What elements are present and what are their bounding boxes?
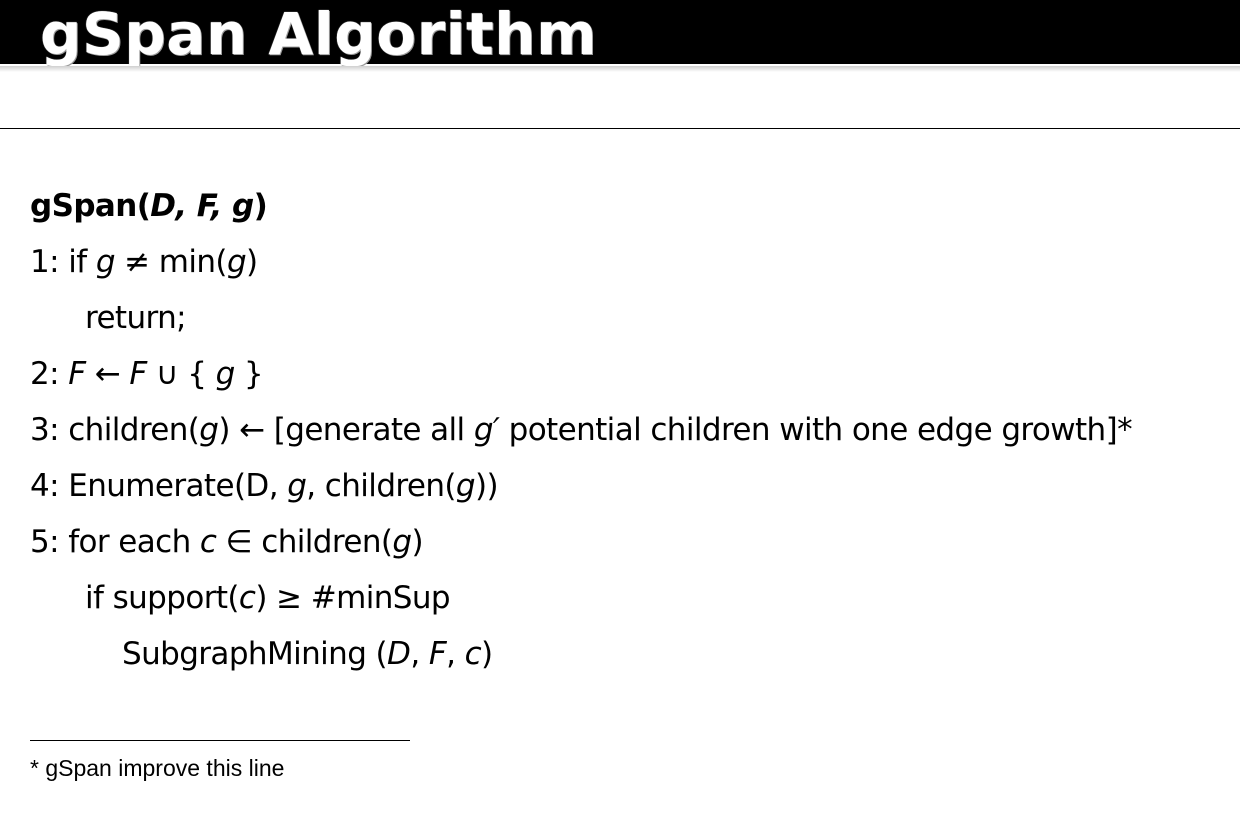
algorithm-line-1-return: return; [85,296,187,340]
line-text: ) [246,244,258,280]
line-var: F [428,636,447,672]
line-var: g′ [473,412,500,448]
signature-name: gSpan( [30,188,151,224]
line-text: } [234,356,264,392]
line-text: ∪ { [146,356,216,392]
algorithm-line-5-call: SubgraphMining (D, F, c) [122,632,493,676]
line-text: ) ≥ #minSup [255,580,450,616]
line-var: c [238,580,256,616]
line-text: potential children with one edge growth]… [499,412,1133,448]
footnote-divider [30,740,410,741]
line-text: )) [474,468,499,504]
line-text: ) ← [generate all [218,412,474,448]
line-text: ) [411,524,423,560]
line-text: , [446,636,465,672]
header-divider [0,128,1240,129]
line-var: g [455,468,476,504]
line-text: ≠ min( [114,244,227,280]
line-text: SubgraphMining ( [122,636,388,672]
line-var: g [95,244,116,280]
line-var: g [215,356,236,392]
algorithm-line-2: 2: F ← F ∪ { g } [30,352,264,396]
line-text: if support( [85,580,240,616]
line-var: D [387,636,411,672]
algorithm-line-4: 4: Enumerate(D, g, children(g)) [30,464,499,508]
line-var: g [287,468,307,504]
line-var: c [464,636,482,672]
footnote: * gSpan improve this line [30,755,285,781]
line-text: ) [481,636,493,672]
title-shadow [0,66,1240,72]
line-text: 4: Enumerate(D, [30,468,288,504]
line-text: return; [85,300,187,336]
line-text: ← [85,356,130,392]
line-var: F [68,356,86,392]
slide-title: gSpan Algorithm [40,0,597,68]
line-text: , children( [306,468,456,504]
signature-params: D, F, g [150,188,254,224]
algorithm-line-1: 1: if g ≠ min(g) [30,240,258,284]
line-text: 1: if [30,244,96,280]
line-var: g [226,244,247,280]
algorithm-signature: gSpan(D, F, g) [30,184,268,228]
algorithm-line-3: 3: children(g) ← [generate all g′ potent… [30,408,1133,452]
line-text: 5: for each [30,524,200,560]
line-var: F [129,356,147,392]
title-bar: gSpan Algorithm [0,0,1240,68]
line-text: 2: [30,356,69,392]
signature-close: ) [253,188,268,224]
line-text: 3: children( [30,412,200,448]
line-text: ∈ children( [216,524,393,560]
line-var: c [199,524,217,560]
line-var: g [199,412,219,448]
line-var: g [392,524,412,560]
line-text: , [410,636,429,672]
algorithm-line-5: 5: for each c ∈ children(g) [30,520,424,564]
algorithm-line-5-if: if support(c) ≥ #minSup [85,576,451,620]
